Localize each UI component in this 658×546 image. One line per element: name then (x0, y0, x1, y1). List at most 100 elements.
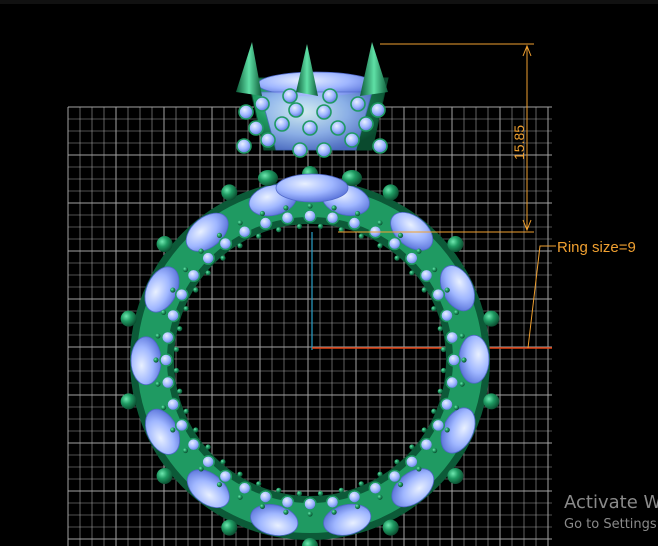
pave-stone (186, 437, 201, 452)
pave-stone (161, 375, 175, 390)
bead (296, 223, 303, 230)
pave-stone (347, 490, 362, 504)
head-pave-stone (248, 120, 264, 136)
accent-ball (221, 184, 238, 201)
bead (177, 388, 183, 394)
head-pave-stone (254, 96, 270, 112)
accent-ball (221, 519, 238, 536)
bead (358, 481, 364, 487)
head-pave-stone (238, 104, 254, 120)
bead (170, 287, 176, 293)
head-pave-stone (236, 138, 252, 154)
bead (444, 427, 450, 433)
bead (296, 490, 303, 497)
height-dimension-label: 15.85 (511, 125, 527, 160)
accent-ball (483, 393, 500, 410)
ring-size-label: Ring size=9 (557, 239, 636, 256)
bead (354, 210, 361, 217)
pave-stone (440, 397, 454, 412)
pave-stone (303, 209, 317, 223)
pave-stone (405, 455, 419, 469)
head-pave-stone (260, 132, 276, 148)
accent-ball (447, 467, 464, 484)
pave-stone (431, 418, 446, 433)
pave-stone (159, 353, 173, 367)
bead (421, 287, 427, 293)
bead (461, 357, 467, 363)
bead (216, 481, 223, 488)
pave-stone (447, 353, 461, 367)
pave-stone (201, 455, 215, 469)
bead (220, 255, 226, 261)
bead (220, 459, 226, 465)
head-pave-stone (316, 142, 332, 158)
pave-stone (258, 216, 273, 230)
bead (237, 471, 243, 477)
head-pave-stone (330, 120, 346, 136)
ring-head-setting[interactable] (236, 42, 389, 203)
pave-stone (445, 330, 459, 345)
bead (173, 346, 180, 353)
pave-stone (405, 251, 419, 265)
head-pave-stone (316, 104, 332, 120)
head-pave-stone (322, 88, 338, 104)
bead (431, 306, 437, 312)
pave-stone (218, 469, 233, 484)
bead (155, 333, 161, 339)
head-pave-stone (282, 88, 298, 104)
bead (276, 227, 282, 233)
bead (394, 255, 400, 261)
pave-stone (166, 397, 180, 412)
prong-center (296, 44, 318, 96)
accent-ball (156, 236, 173, 253)
bead (283, 205, 289, 211)
bead (440, 346, 447, 353)
pave-stone (325, 495, 340, 509)
bead (437, 326, 443, 332)
bead (377, 494, 383, 500)
bead (397, 232, 404, 239)
bead (237, 243, 243, 249)
activation-watermark-title: Activate W (564, 492, 658, 513)
pave-stone (174, 287, 189, 302)
pave-stone (237, 481, 252, 496)
bead (338, 487, 344, 493)
cad-3d-viewport[interactable]: 15.85 Ring size=9 (0, 0, 658, 546)
bead (409, 270, 415, 276)
head-pave-stone (344, 132, 360, 148)
bead (198, 248, 204, 254)
bead (331, 205, 337, 211)
head-pave-stone (358, 116, 374, 132)
prong-left (236, 42, 262, 96)
bead (256, 481, 262, 487)
bead (459, 381, 465, 387)
bead (153, 357, 159, 363)
bead (160, 309, 167, 316)
head-pave-stone (302, 120, 318, 136)
pave-stone (161, 330, 175, 345)
pave-stone (303, 497, 317, 511)
bead (182, 447, 189, 454)
bead (431, 447, 438, 454)
accent-ball (156, 467, 173, 484)
pave-stone (237, 224, 252, 239)
pave-stone (166, 308, 180, 323)
ring-band[interactable] (120, 166, 500, 546)
bead (173, 367, 180, 374)
bead (307, 511, 313, 517)
pave-stone (445, 375, 459, 390)
bead (182, 266, 189, 273)
bead (155, 381, 161, 387)
bead (409, 444, 415, 450)
bead (331, 509, 337, 515)
bead (198, 466, 204, 472)
head-pave-stone (370, 102, 386, 118)
bead (283, 509, 289, 515)
bead (317, 490, 324, 497)
accent-ball (447, 236, 464, 253)
bead (377, 243, 383, 249)
bead (354, 503, 361, 510)
pave-stone (419, 268, 434, 283)
bead (416, 466, 422, 472)
bead (431, 266, 438, 273)
